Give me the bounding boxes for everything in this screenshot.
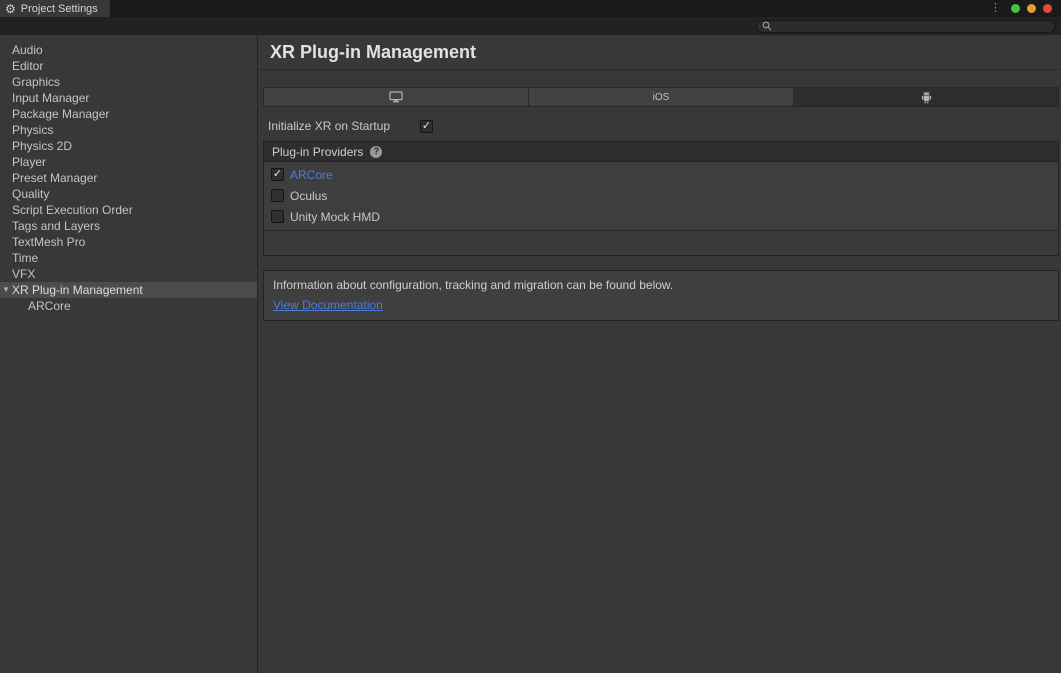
search-box[interactable] xyxy=(756,20,1056,33)
initialize-xr-label: Initialize XR on Startup xyxy=(268,119,420,133)
sidebar-item-quality[interactable]: Quality xyxy=(0,186,257,202)
sidebar-item-physics[interactable]: Physics xyxy=(0,122,257,138)
provider-unity-mock-hmd-checkbox[interactable] xyxy=(271,210,284,223)
sidebar-item-time[interactable]: Time xyxy=(0,250,257,266)
page-title: XR Plug-in Management xyxy=(258,35,1061,70)
sidebar-item-script-execution-order[interactable]: Script Execution Order xyxy=(0,202,257,218)
sidebar-item-package-manager[interactable]: Package Manager xyxy=(0,106,257,122)
tab-ios[interactable]: iOS xyxy=(529,87,794,107)
sidebar-item-textmesh-pro[interactable]: TextMesh Pro xyxy=(0,234,257,250)
initialize-xr-row: Initialize XR on Startup xyxy=(268,119,1061,133)
settings-sidebar: Audio Editor Graphics Input Manager Pack… xyxy=(0,35,258,673)
sidebar-item-arcore[interactable]: ARCore xyxy=(0,298,257,314)
provider-unity-mock-hmd-label[interactable]: Unity Mock HMD xyxy=(290,210,380,224)
titlebar-controls: ⋮ xyxy=(990,0,1061,17)
sidebar-item-physics-2d[interactable]: Physics 2D xyxy=(0,138,257,154)
plugin-providers-header: Plug-in Providers ? xyxy=(264,142,1058,162)
traffic-light-yellow[interactable] xyxy=(1027,4,1036,13)
sidebar-item-preset-manager[interactable]: Preset Manager xyxy=(0,170,257,186)
sidebar-item-player[interactable]: Player xyxy=(0,154,257,170)
provider-row-oculus: Oculus xyxy=(264,185,1058,206)
info-text: Information about configuration, trackin… xyxy=(273,278,1049,292)
main-panel: XR Plug-in Management iOS xyxy=(258,35,1061,673)
tab-android[interactable] xyxy=(794,87,1059,107)
sidebar-item-xr-plugin-management[interactable]: ▼ XR Plug-in Management xyxy=(0,282,257,298)
platform-tab-bar: iOS xyxy=(263,87,1059,107)
window-tab-title: Project Settings xyxy=(21,3,98,15)
kebab-menu-icon[interactable]: ⋮ xyxy=(990,3,1001,14)
gear-icon: ⚙ xyxy=(5,3,16,15)
android-icon xyxy=(920,91,933,104)
sidebar-item-graphics[interactable]: Graphics xyxy=(0,74,257,90)
traffic-light-green[interactable] xyxy=(1011,4,1020,13)
help-icon[interactable]: ? xyxy=(370,146,382,158)
sidebar-item-editor[interactable]: Editor xyxy=(0,58,257,74)
provider-oculus-label[interactable]: Oculus xyxy=(290,189,327,203)
plugin-providers-box: Plug-in Providers ? ARCore Oculus Unity … xyxy=(263,141,1059,256)
tab-desktop[interactable] xyxy=(263,87,529,107)
search-icon xyxy=(762,21,772,31)
view-documentation-link[interactable]: View Documentation xyxy=(273,298,383,312)
traffic-light-red[interactable] xyxy=(1043,4,1052,13)
search-input[interactable] xyxy=(776,21,1050,32)
initialize-xr-checkbox[interactable] xyxy=(420,120,433,133)
provider-arcore-label[interactable]: ARCore xyxy=(290,168,333,182)
foldout-triangle-icon[interactable]: ▼ xyxy=(0,282,12,298)
desktop-monitor-icon xyxy=(389,91,403,103)
content-area: Audio Editor Graphics Input Manager Pack… xyxy=(0,35,1061,673)
provider-row-unity-mock-hmd: Unity Mock HMD xyxy=(264,206,1058,227)
plugin-providers-list: ARCore Oculus Unity Mock HMD xyxy=(264,162,1058,231)
search-toolbar xyxy=(0,17,1061,35)
window-tab-project-settings[interactable]: ⚙ Project Settings xyxy=(0,0,110,17)
plugin-providers-title: Plug-in Providers xyxy=(272,145,363,159)
sidebar-item-vfx[interactable]: VFX xyxy=(0,266,257,282)
sidebar-item-tags-and-layers[interactable]: Tags and Layers xyxy=(0,218,257,234)
provider-row-arcore: ARCore xyxy=(264,164,1058,185)
sidebar-item-input-manager[interactable]: Input Manager xyxy=(0,90,257,106)
provider-oculus-checkbox[interactable] xyxy=(271,189,284,202)
titlebar: ⚙ Project Settings ⋮ xyxy=(0,0,1061,17)
sidebar-item-audio[interactable]: Audio xyxy=(0,42,257,58)
sidebar-item-label: XR Plug-in Management xyxy=(12,282,143,298)
info-box: Information about configuration, trackin… xyxy=(263,270,1059,321)
provider-arcore-checkbox[interactable] xyxy=(271,168,284,181)
